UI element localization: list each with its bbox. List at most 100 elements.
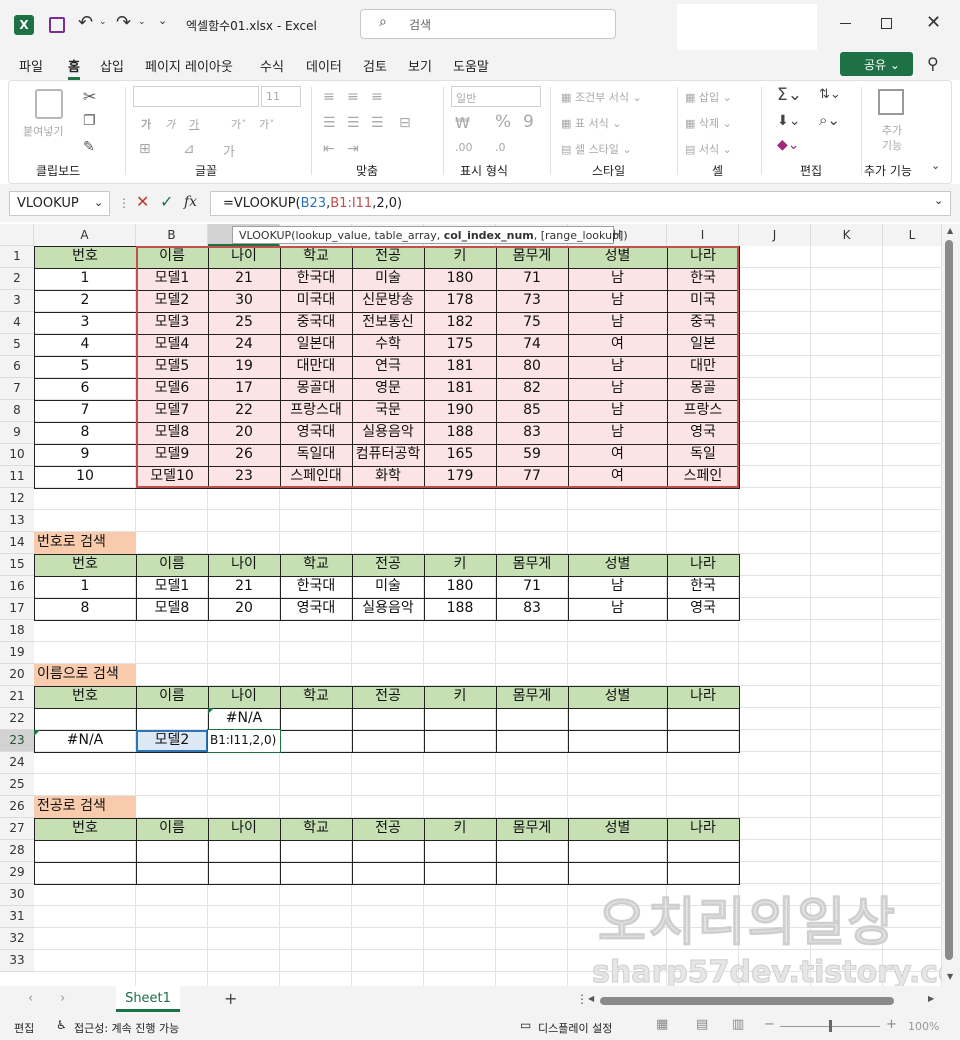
- bold-button[interactable]: 가: [141, 116, 151, 132]
- addins-button[interactable]: 추가 기능: [877, 123, 907, 153]
- row-header-26[interactable]: 26: [0, 796, 34, 818]
- data-cell[interactable]: 75: [496, 312, 568, 334]
- data-cell[interactable]: 일본: [667, 334, 739, 356]
- row-header-31[interactable]: 31: [0, 906, 34, 928]
- font-shrink-button[interactable]: 가˅: [259, 116, 275, 132]
- data-cell[interactable]: 몽골대: [280, 378, 352, 400]
- zoom-slider-thumb[interactable]: [829, 1020, 832, 1032]
- align-center-icon[interactable]: ☰: [347, 115, 360, 131]
- data-cell[interactable]: 연극: [352, 356, 424, 378]
- header-cell[interactable]: 몸무게: [496, 818, 568, 840]
- tab-data[interactable]: 데이터: [306, 56, 342, 75]
- header-cell[interactable]: 전공: [352, 686, 424, 708]
- data-cell[interactable]: 일본대: [280, 334, 352, 356]
- data-cell[interactable]: 25: [208, 312, 280, 334]
- result-cell-c22[interactable]: #N/A: [208, 708, 280, 730]
- result-cell[interactable]: 188: [424, 598, 496, 620]
- result-cell[interactable]: 미술: [352, 576, 424, 598]
- column-header-b[interactable]: B: [136, 224, 208, 246]
- horizontal-scroll-thumb[interactable]: [600, 997, 894, 1005]
- column-header-i[interactable]: I: [667, 224, 739, 246]
- tab-file[interactable]: 파일: [19, 56, 43, 75]
- data-cell[interactable]: 178: [424, 290, 496, 312]
- row-header-9[interactable]: 9: [0, 422, 34, 444]
- section-title[interactable]: 전공로 검색: [34, 796, 136, 818]
- hscroll-left-icon[interactable]: ◀: [588, 994, 594, 1003]
- row-header-30[interactable]: 30: [0, 884, 34, 906]
- data-cell[interactable]: 74: [496, 334, 568, 356]
- data-cell[interactable]: 83: [496, 422, 568, 444]
- row-header-15[interactable]: 15: [0, 554, 34, 576]
- column-header-l[interactable]: L: [883, 224, 942, 246]
- header-cell[interactable]: 몸무게: [496, 246, 568, 268]
- fill-color-icon[interactable]: ⊿: [183, 141, 195, 157]
- data-cell[interactable]: 2: [34, 290, 136, 312]
- header-cell[interactable]: 학교: [280, 686, 352, 708]
- maximize-button[interactable]: [881, 18, 892, 29]
- header-cell[interactable]: 이름: [136, 246, 208, 268]
- row-header-21[interactable]: 21: [0, 686, 34, 708]
- borders-icon[interactable]: ⊞: [139, 141, 151, 157]
- header-cell[interactable]: 몸무게: [496, 554, 568, 576]
- conditional-format-button[interactable]: ▦ 조건부 서식 ⌄: [561, 89, 642, 105]
- result-cell[interactable]: 남: [568, 576, 667, 598]
- header-cell[interactable]: 키: [424, 246, 496, 268]
- row-header-13[interactable]: 13: [0, 510, 34, 532]
- data-cell[interactable]: 모델4: [136, 334, 208, 356]
- fill-icon[interactable]: ⬇⌄: [777, 113, 800, 129]
- name-box[interactable]: VLOOKUP ⌄: [9, 191, 110, 216]
- data-cell[interactable]: 중국대: [280, 312, 352, 334]
- save-icon[interactable]: [49, 17, 65, 33]
- header-cell[interactable]: 성별: [568, 554, 667, 576]
- row-header-11[interactable]: 11: [0, 466, 34, 488]
- data-cell[interactable]: 남: [568, 378, 667, 400]
- accessibility-status[interactable]: 접근성: 계속 진행 가능: [74, 1020, 179, 1036]
- row-header-19[interactable]: 19: [0, 642, 34, 664]
- row-header-25[interactable]: 25: [0, 774, 34, 796]
- row-header-1[interactable]: 1: [0, 246, 34, 268]
- data-cell[interactable]: 실용음악: [352, 422, 424, 444]
- column-header-j[interactable]: J: [739, 224, 811, 246]
- data-cell[interactable]: 180: [424, 268, 496, 290]
- data-cell[interactable]: 80: [496, 356, 568, 378]
- header-cell[interactable]: 몸무게: [496, 686, 568, 708]
- account-area[interactable]: [677, 4, 817, 52]
- addins-icon[interactable]: [878, 89, 904, 115]
- header-cell[interactable]: 성별: [568, 818, 667, 840]
- data-cell[interactable]: 179: [424, 466, 496, 488]
- data-cell[interactable]: 전보통신: [352, 312, 424, 334]
- comments-icon[interactable]: ⚲: [927, 54, 939, 73]
- data-cell[interactable]: 85: [496, 400, 568, 422]
- add-sheet-icon[interactable]: +: [224, 989, 237, 1008]
- data-cell[interactable]: 1: [34, 268, 136, 290]
- header-cell[interactable]: 전공: [352, 246, 424, 268]
- data-cell[interactable]: 남: [568, 290, 667, 312]
- tab-page-layout[interactable]: 페이지 레이아웃: [145, 56, 233, 75]
- section-title[interactable]: 이름으로 검색: [34, 664, 136, 686]
- redo-dropdown-icon[interactable]: ⌄: [138, 17, 146, 27]
- data-cell[interactable]: 모델3: [136, 312, 208, 334]
- data-cell[interactable]: 프랑스대: [280, 400, 352, 422]
- row-header-7[interactable]: 7: [0, 378, 34, 400]
- data-cell[interactable]: 82: [496, 378, 568, 400]
- format-cells-button[interactable]: ▤ 서식 ⌄: [685, 141, 732, 157]
- copy-icon[interactable]: ❐: [83, 113, 96, 129]
- align-left-icon[interactable]: ☰: [323, 115, 336, 131]
- select-all-button[interactable]: [0, 224, 34, 246]
- header-cell[interactable]: 이름: [136, 686, 208, 708]
- header-cell[interactable]: 성별: [568, 246, 667, 268]
- paste-button[interactable]: 붙여넣기: [23, 123, 63, 139]
- redo-icon[interactable]: ↷: [116, 12, 131, 33]
- data-cell[interactable]: 188: [424, 422, 496, 444]
- vertical-scroll-thumb[interactable]: [945, 240, 953, 960]
- result-cell[interactable]: 180: [424, 576, 496, 598]
- data-cell[interactable]: 8: [34, 422, 136, 444]
- header-cell[interactable]: 키: [424, 686, 496, 708]
- customize-qat-icon[interactable]: ⌄: [158, 14, 167, 27]
- normal-view-icon[interactable]: ▦: [656, 1017, 668, 1032]
- undo-dropdown-icon[interactable]: ⌄: [99, 17, 107, 27]
- indent-icon[interactable]: ⇤: [323, 141, 335, 157]
- page-layout-view-icon[interactable]: ▤: [696, 1017, 708, 1032]
- data-cell[interactable]: 모델6: [136, 378, 208, 400]
- header-cell[interactable]: 이름: [136, 554, 208, 576]
